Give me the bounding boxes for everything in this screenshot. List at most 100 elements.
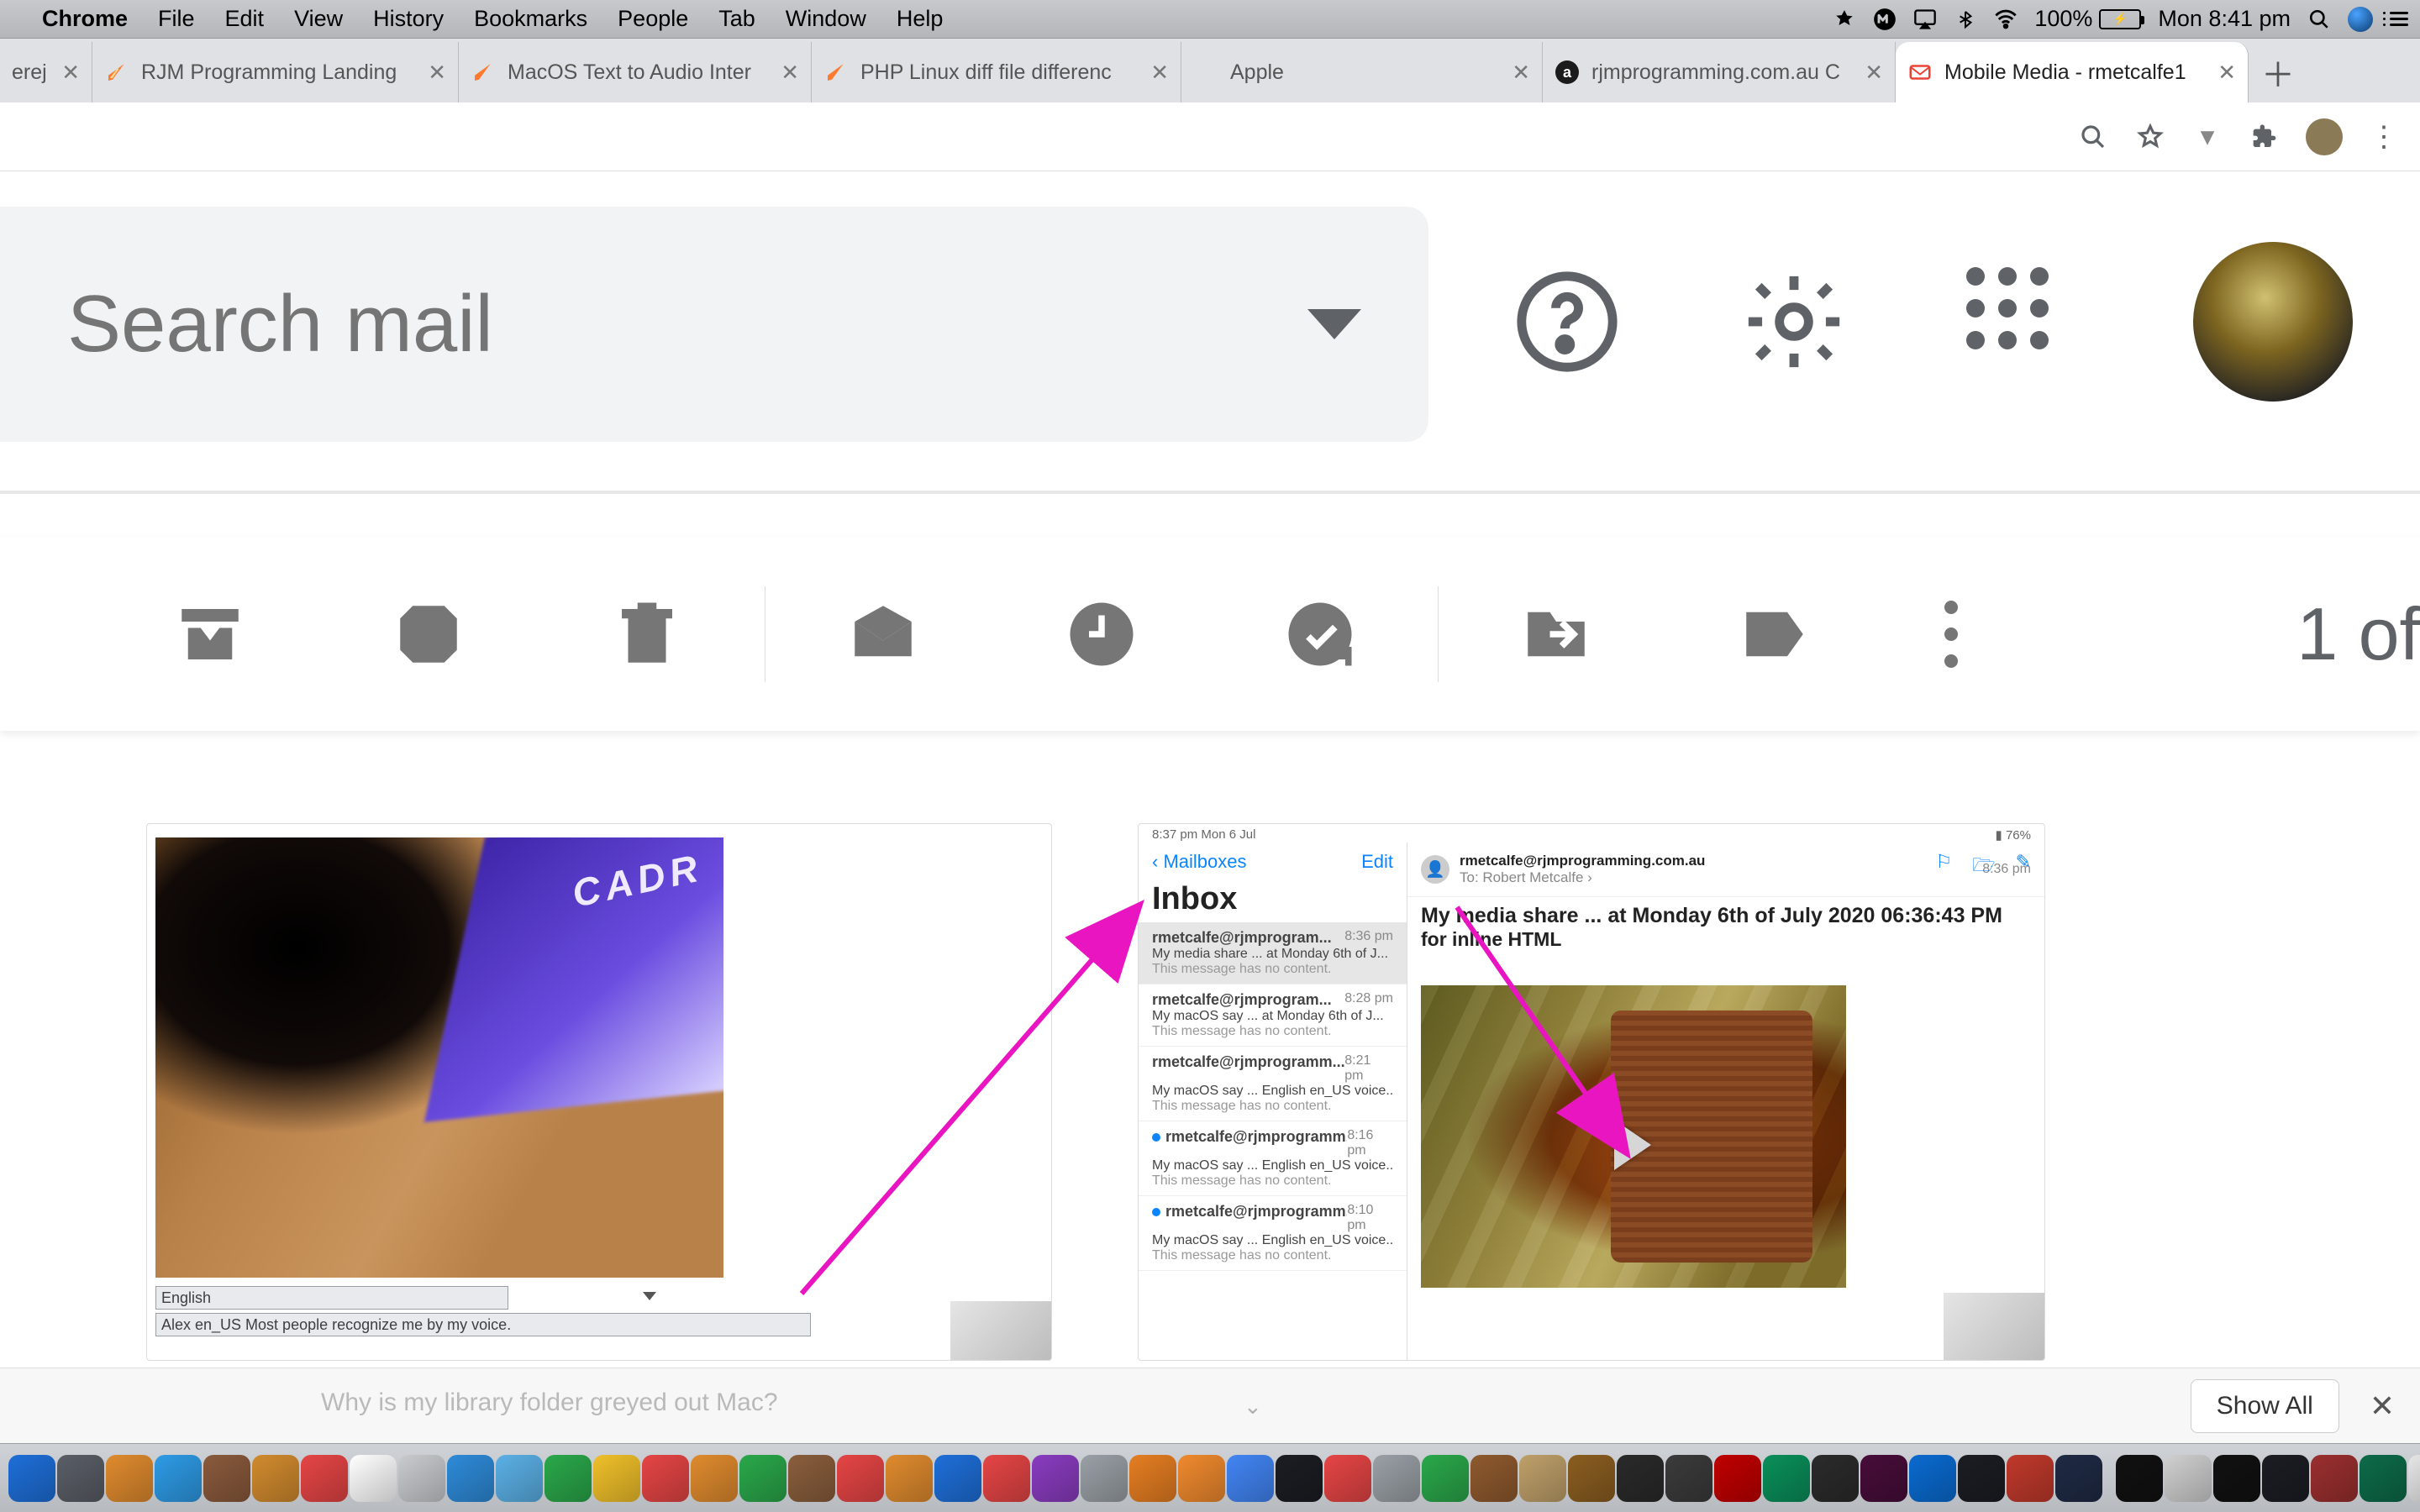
attachment-card-2[interactable]: 8:37 pm Mon 6 Jul ▮ 76% ‹ Mailboxes Edit… — [1138, 823, 2045, 1361]
support-icon[interactable] — [1512, 267, 1622, 376]
new-tab-button[interactable]: ＋ — [2249, 42, 2307, 102]
menu-edit[interactable]: Edit — [225, 6, 265, 32]
gmail-search[interactable] — [0, 207, 1428, 442]
dock-app-icon[interactable] — [1178, 1455, 1225, 1502]
add-to-tasks-button[interactable] — [1211, 596, 1429, 672]
search-input[interactable] — [67, 278, 1076, 370]
tab-close-icon[interactable]: ✕ — [1865, 60, 1883, 86]
tab-3[interactable]: PHP Linux diff file differenc ✕ — [812, 42, 1181, 102]
dock-app-icon[interactable] — [2007, 1455, 2054, 1502]
tab-close-icon[interactable]: ✕ — [781, 60, 799, 86]
dock-app-icon[interactable] — [1227, 1455, 1274, 1502]
ios-edit-link[interactable]: Edit — [1361, 851, 1393, 873]
tab-4[interactable]: Apple ✕ — [1181, 42, 1543, 102]
dock-app-icon[interactable] — [350, 1455, 397, 1502]
dock-app-icon[interactable] — [447, 1455, 494, 1502]
dock-app-icon[interactable] — [1373, 1455, 1420, 1502]
menubar-clock[interactable]: Mon 8:41 pm — [2158, 6, 2291, 32]
delete-button[interactable] — [538, 596, 756, 672]
menubar-siri-icon[interactable] — [2348, 7, 2373, 32]
voice-dropdown[interactable]: Alex en_US Most people recognize me by m… — [155, 1313, 811, 1336]
settings-gear-icon[interactable] — [1739, 267, 1849, 376]
menubar-m-icon[interactable] — [1873, 8, 1897, 31]
tab-2[interactable]: MacOS Text to Audio Inter ✕ — [459, 42, 812, 102]
dock-app-icon[interactable] — [1665, 1455, 1712, 1502]
dock-app-icon[interactable] — [1909, 1455, 1956, 1502]
active-app-name[interactable]: Chrome — [42, 6, 128, 32]
dock-app-icon[interactable] — [203, 1455, 250, 1502]
dock-app-icon[interactable] — [1032, 1455, 1079, 1502]
google-apps-icon[interactable] — [1966, 267, 2075, 376]
dock-app-icon[interactable] — [1519, 1455, 1566, 1502]
dock-app-icon[interactable] — [8, 1455, 55, 1502]
dock-app-icon[interactable] — [691, 1455, 738, 1502]
show-all-downloads-button[interactable]: Show All — [2191, 1379, 2339, 1433]
dock-app-icon[interactable] — [155, 1455, 202, 1502]
play-icon[interactable] — [1614, 1120, 1651, 1170]
dock-app-icon[interactable] — [496, 1455, 543, 1502]
extension-v-icon[interactable]: ▾ — [2191, 121, 2223, 153]
ios-mail-list-item[interactable]: rmetcalfe@rjmprogramm...8:10 pmMy macOS … — [1139, 1196, 1407, 1271]
move-to-button[interactable] — [1447, 596, 1665, 672]
dock-app-icon[interactable] — [837, 1455, 884, 1502]
menubar-airplay-icon[interactable] — [1913, 8, 1937, 31]
ios-folder-icon[interactable]: 🗁 — [1972, 851, 1995, 883]
dock-app-icon[interactable] — [593, 1455, 640, 1502]
report-spam-button[interactable] — [319, 596, 538, 672]
dock-app-icon[interactable] — [2116, 1455, 2163, 1502]
account-avatar[interactable] — [2193, 242, 2353, 402]
menu-help[interactable]: Help — [897, 6, 944, 32]
tab-5[interactable]: a rjmprogramming.com.au C ✕ — [1543, 42, 1896, 102]
dock-app-icon[interactable] — [1763, 1455, 1810, 1502]
dock-app-icon[interactable] — [1958, 1455, 2005, 1502]
dock-app-icon[interactable] — [57, 1455, 104, 1502]
dock-app-icon[interactable] — [398, 1455, 445, 1502]
dock-app-icon[interactable] — [544, 1455, 592, 1502]
ios-mail-list-item[interactable]: rmetcalfe@rjmprogramm...8:16 pmMy macOS … — [1139, 1121, 1407, 1196]
dock-app-icon[interactable] — [1129, 1455, 1176, 1502]
menubar-notification-icon[interactable] — [2390, 12, 2408, 26]
menu-bookmarks[interactable]: Bookmarks — [474, 6, 587, 32]
close-download-bar-icon[interactable]: ✕ — [2370, 1389, 2395, 1424]
dock-app-icon[interactable] — [1617, 1455, 1664, 1502]
mark-unread-button[interactable] — [774, 596, 992, 672]
dock-app-icon[interactable] — [788, 1455, 835, 1502]
dock-app-icon[interactable] — [642, 1455, 689, 1502]
menu-window[interactable]: Window — [786, 6, 866, 32]
menubar-battery[interactable]: 100% ⚡ — [2034, 6, 2141, 32]
dock-app-icon[interactable] — [301, 1455, 348, 1502]
ios-compose-icon[interactable]: ✎ — [2016, 851, 2031, 883]
chrome-menu-icon[interactable]: ⋮ — [2368, 121, 2400, 153]
menu-history[interactable]: History — [373, 6, 444, 32]
dock-app-icon[interactable] — [2360, 1455, 2407, 1502]
menubar-spotlight-icon[interactable] — [2307, 8, 2331, 31]
ios-mail-list-item[interactable]: rmetcalfe@rjmprogram...8:36 pmMy media s… — [1139, 922, 1407, 984]
ios-flag-icon[interactable]: ⚐ — [1936, 851, 1953, 883]
zoom-icon[interactable] — [2077, 121, 2109, 153]
dock-app-icon[interactable] — [739, 1455, 786, 1502]
macos-dock[interactable] — [0, 1443, 2420, 1512]
tab-close-icon[interactable]: ✕ — [428, 60, 446, 86]
tab-close-icon[interactable]: ✕ — [61, 60, 80, 86]
dock-app-icon[interactable] — [1812, 1455, 1859, 1502]
menubar-bluetooth-icon[interactable] — [1954, 8, 1977, 31]
dock-app-icon[interactable] — [2408, 1455, 2420, 1502]
chrome-profile-avatar[interactable] — [2306, 118, 2343, 155]
tab-close-icon[interactable]: ✕ — [1150, 60, 1169, 86]
dock-app-icon[interactable] — [886, 1455, 933, 1502]
tab-close-icon[interactable]: ✕ — [2217, 60, 2236, 86]
ios-back-link[interactable]: ‹ Mailboxes — [1152, 851, 1247, 873]
dock-app-icon[interactable] — [1714, 1455, 1761, 1502]
dock-app-icon[interactable] — [1860, 1455, 1907, 1502]
dock-app-icon[interactable] — [934, 1455, 981, 1502]
dock-app-icon[interactable] — [2165, 1455, 2212, 1502]
ios-mail-list-item[interactable]: rmetcalfe@rjmprogram...8:28 pmMy macOS s… — [1139, 984, 1407, 1047]
dock-app-icon[interactable] — [1568, 1455, 1615, 1502]
search-options-icon[interactable] — [1307, 309, 1361, 339]
menu-view[interactable]: View — [294, 6, 343, 32]
archive-button[interactable] — [101, 596, 319, 672]
menubar-vm-icon[interactable] — [1833, 8, 1856, 31]
menu-tab[interactable]: Tab — [718, 6, 755, 32]
dock-app-icon[interactable] — [1081, 1455, 1128, 1502]
dock-app-icon[interactable] — [1422, 1455, 1469, 1502]
